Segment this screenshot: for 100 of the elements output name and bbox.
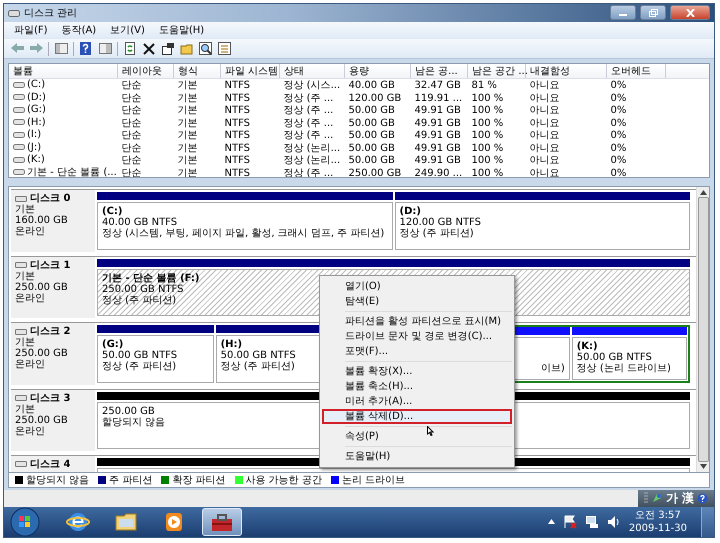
input-mode-label[interactable]: 가 漢 xyxy=(666,490,694,507)
context-menu-item[interactable]: 볼륨 삭제(D)... xyxy=(322,409,512,424)
partition-volume[interactable]: (G:) 50.00 GB NTFS 정상 (주 파티션) xyxy=(97,335,214,382)
delete-x-icon[interactable] xyxy=(142,42,156,55)
table-cell: (K:) xyxy=(27,154,45,166)
volume-size: 250.00 GB NTFS xyxy=(102,284,184,295)
column-header[interactable]: 남은 공... xyxy=(410,64,468,79)
table-cell: 정상 (주 ... xyxy=(284,105,334,116)
scroll-thumb[interactable] xyxy=(698,197,708,462)
context-menu-item[interactable]: 도움말(H) xyxy=(322,449,512,464)
magnifier-icon[interactable] xyxy=(199,42,213,55)
network-icon[interactable] xyxy=(584,514,599,529)
taskbar-button[interactable] xyxy=(202,508,242,536)
drive-icon xyxy=(13,93,25,102)
refresh-icon[interactable] xyxy=(123,42,137,55)
disk-label-panel[interactable]: 디스크 1 기본 250.00 GB 온라인 xyxy=(11,256,95,318)
context-menu-item[interactable]: 속성(P) xyxy=(322,429,512,444)
volume-size: 50.00 GB NTFS xyxy=(576,352,652,364)
folder-icon[interactable] xyxy=(180,42,194,55)
disk-label-panel[interactable]: 디스크 2 기본 250.00 GB 온라인 xyxy=(11,323,95,384)
disk-name: 디스크 1 xyxy=(30,260,70,271)
table-cell: 0% xyxy=(610,168,626,178)
menu-item[interactable]: 도움말(H) xyxy=(158,23,204,38)
help-icon[interactable] xyxy=(79,42,93,55)
table-cell: 아니요 xyxy=(530,155,560,166)
table-cell: 기본 xyxy=(178,118,198,129)
disk-status: 온라인 xyxy=(15,226,46,238)
drive-icon xyxy=(13,106,25,114)
start-orb-icon[interactable] xyxy=(10,506,40,537)
table-cell: 아니요 xyxy=(530,80,560,92)
volume-size: 50.00 GB NTFS xyxy=(102,350,178,362)
column-header[interactable]: 파일 시스템 xyxy=(220,64,280,79)
scroll-bar[interactable] xyxy=(696,187,709,472)
table-cell: 49.91 GB xyxy=(414,118,461,129)
volume-status: 정상 (주 파티션) xyxy=(102,294,176,306)
context-menu-item[interactable]: 파티션을 활성 파티션으로 표시(M) xyxy=(322,314,512,330)
drive-icon xyxy=(13,168,25,176)
table-cell: 100 % xyxy=(472,130,504,142)
volume-status: 정상 (주 파티션) xyxy=(102,361,176,372)
disk-label-panel[interactable]: 디스크 0 기본 160.00 GB 온라인 xyxy=(11,190,95,252)
show-desktop-button[interactable] xyxy=(701,506,714,537)
volume-status: 정상 (시스템, 부팅, 페이지 파일, 활성, 크래시 덤프, 주 파티션) xyxy=(102,228,384,240)
menu-item[interactable]: 파일(F) xyxy=(14,23,48,38)
table-cell: 기본 - 단순 볼륨 (... xyxy=(27,166,117,178)
volume-label: (K:) xyxy=(576,341,598,352)
context-menu-item[interactable]: 미러 추가(A)... xyxy=(322,394,512,410)
help-icon[interactable] xyxy=(697,492,708,504)
column-header[interactable]: 오버헤드 xyxy=(606,64,666,79)
panel-icon[interactable] xyxy=(98,42,112,55)
disk-name: 디스크 3 xyxy=(30,392,70,404)
table-cell: 기본 xyxy=(178,155,198,166)
disk-label-panel[interactable]: 디스크 3 기본 250.00 GB 온라인 xyxy=(11,390,95,451)
column-header[interactable]: 용량 xyxy=(344,64,410,79)
console-tree-icon[interactable] xyxy=(54,42,68,55)
partition-volume[interactable]: (C:) 40.00 GB NTFS 정상 (시스템, 부팅, 페이지 파일, 활성, 크래시 덤프, 주 파티션) xyxy=(97,202,392,250)
minimize-button[interactable] xyxy=(610,5,636,20)
context-menu-item[interactable]: 열기(O) xyxy=(322,279,512,294)
column-header[interactable]: 상태 xyxy=(280,64,344,79)
flag-icon[interactable] xyxy=(562,514,577,529)
column-header[interactable]: 볼륨 xyxy=(9,64,118,79)
table-cell: 50.00 GB xyxy=(348,142,395,154)
partition-volume[interactable]: (K:) 50.00 GB NTFS 정상 (논리 드라이브) xyxy=(572,337,687,380)
clock[interactable]: 오전 3:57 2009-11-30 xyxy=(628,508,687,535)
speaker-icon[interactable] xyxy=(606,514,621,529)
volume-status: 정상 (주 파티션) xyxy=(220,361,295,372)
column-header[interactable]: 내결함성 xyxy=(526,64,606,79)
disk-size: 160.00 GB xyxy=(15,215,69,226)
table-cell: 249.90 ... xyxy=(414,168,462,178)
disk-name: 디스크 0 xyxy=(30,193,70,204)
menu-item[interactable]: 보기(V) xyxy=(110,23,145,38)
partition-volume[interactable]: (D:) 120.00 GB NTFS 정상 (주 파티션) xyxy=(394,202,690,250)
table-cell: NTFS xyxy=(224,92,250,104)
table-cell: 정상 (논리... xyxy=(284,155,340,166)
table-cell: 기본 xyxy=(178,130,198,142)
properties-icon[interactable] xyxy=(161,42,175,55)
close-button[interactable] xyxy=(670,5,710,20)
maximize-button[interactable] xyxy=(640,5,666,20)
context-menu-item[interactable]: 탐색(E) xyxy=(322,294,512,310)
menu-item[interactable]: 동작(A) xyxy=(62,23,96,38)
drive-icon xyxy=(13,118,25,126)
disk-type: 기본 xyxy=(15,337,36,348)
table-cell: NTFS xyxy=(224,80,250,92)
volume-label: (C:) xyxy=(102,206,122,218)
table-cell: 50.00 GB xyxy=(348,155,395,166)
column-header[interactable]: 남은 공간 ... xyxy=(468,64,526,79)
volume-label: (H:) xyxy=(220,339,242,350)
disk-size: 250.00 GB xyxy=(15,414,69,426)
disk-label-panel[interactable]: 디스크 4 xyxy=(11,456,95,472)
show-hidden-icons-icon[interactable] xyxy=(548,519,555,524)
disk-size: 250.00 GB xyxy=(15,282,69,293)
disk-name: 디스크 4 xyxy=(30,458,70,470)
column-header[interactable]: 레이아웃 xyxy=(118,64,174,79)
settings-list-icon[interactable] xyxy=(218,42,232,55)
table-cell: 49.91 GB xyxy=(414,142,461,154)
mouse-pointer-icon xyxy=(427,426,434,436)
volume-size: 50.00 GB NTFS xyxy=(220,350,296,362)
column-header[interactable]: 형식 xyxy=(174,64,220,79)
legend-label: 주 파티션 xyxy=(109,474,152,487)
clock-time: 오전 3:57 xyxy=(634,508,682,522)
table-cell: 100 % xyxy=(472,118,504,129)
